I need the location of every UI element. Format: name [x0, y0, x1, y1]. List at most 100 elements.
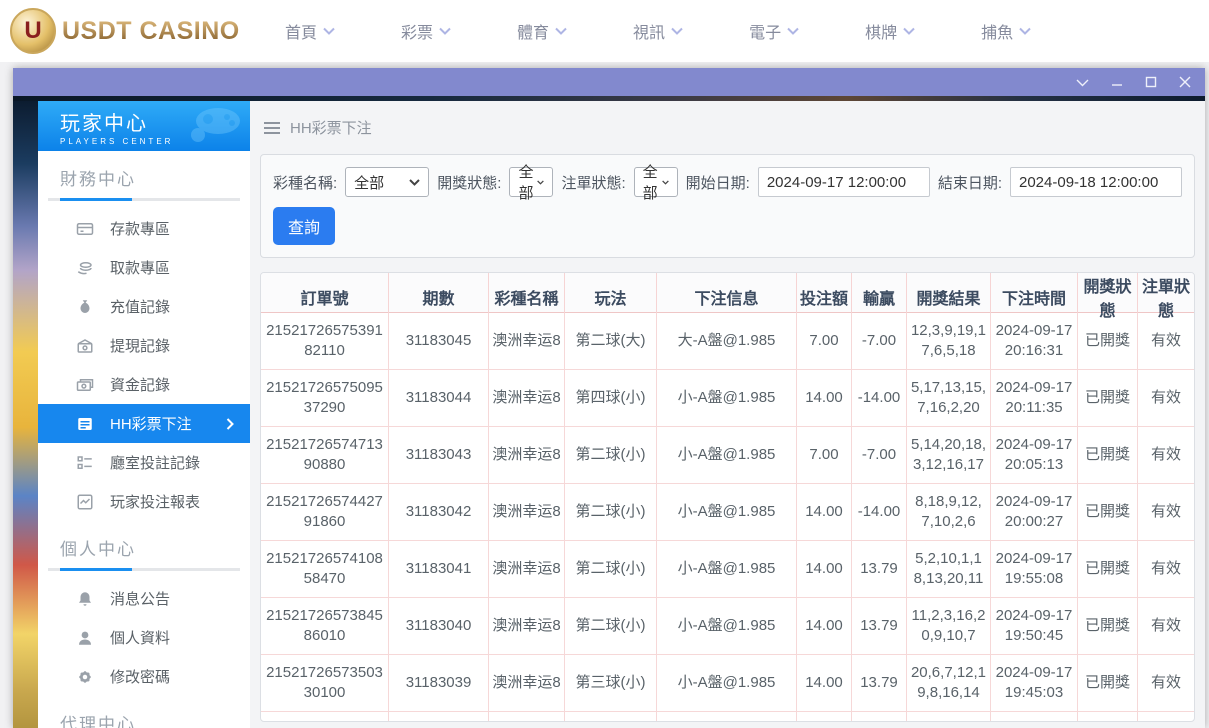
nav-item-video[interactable]: 視訊 — [633, 19, 683, 43]
sidebar-header: 玩家中心 PLAYERS CENTER — [38, 101, 250, 151]
room-bets-icon — [76, 454, 94, 472]
table-cell: 有效 — [1138, 655, 1194, 711]
table-cell — [489, 712, 565, 722]
table-cell: 2024-09-17 19:50:45 — [991, 598, 1078, 654]
select-value: 全部 — [354, 172, 384, 193]
window-maximize-icon[interactable] — [1145, 76, 1157, 88]
sidebar-item-funds-records[interactable]: 資金記錄 — [38, 365, 250, 404]
page-title: HH彩票下注 — [290, 117, 372, 138]
order-status-select[interactable]: 全部 — [634, 167, 678, 197]
nav-item-lottery[interactable]: 彩票 — [401, 19, 451, 43]
table-cell: 8,18,9,12,7,10,2,6 — [907, 484, 991, 540]
order-status-label: 注單狀態: — [561, 172, 625, 193]
start-date-label: 開始日期: — [686, 172, 750, 193]
sidebar-item-label: 廳室投註記錄 — [110, 452, 200, 473]
table-cell — [261, 712, 389, 722]
table-cell: 31183045 — [389, 313, 489, 369]
table-cell: 有效 — [1138, 313, 1194, 369]
sidebar-item-room-bet-records[interactable]: 廳室投註記錄 — [38, 443, 250, 482]
table-cell: 澳洲幸运8 — [489, 484, 565, 540]
section-title-finance: 財務中心 — [38, 151, 250, 198]
table-cell: -7.00 — [852, 427, 907, 483]
table-cell: 5,2,10,1,18,13,20,11 — [907, 541, 991, 597]
chevron-down-icon — [409, 179, 420, 186]
table-cell: 5,17,13,15,7,16,2,20 — [907, 370, 991, 426]
select-value: 全部 — [518, 161, 537, 203]
search-button[interactable]: 查詢 — [273, 207, 335, 245]
table-cell — [797, 712, 852, 722]
sidebar-item-player-bet-report[interactable]: 玩家投注報表 — [38, 482, 250, 521]
sidebar-item-withdraw[interactable]: 取款專區 — [38, 248, 250, 287]
nav-item-sports[interactable]: 體育 — [517, 19, 567, 43]
table-cell: 已開獎 — [1078, 655, 1138, 711]
lottery-name-select[interactable]: 全部 — [345, 167, 429, 197]
window-minimize-icon[interactable] — [1111, 76, 1123, 88]
chevron-down-icon — [555, 27, 567, 35]
chevron-down-icon — [787, 27, 799, 35]
table-cell: 小-A盤@1.985 — [657, 598, 797, 654]
nav-item-slots[interactable]: 電子 — [749, 19, 799, 43]
nav-item-cards[interactable]: 棋牌 — [865, 19, 915, 43]
sidebar-item-label: 存款專區 — [110, 218, 170, 239]
table-cell: 20,6,7,12,19,8,16,14 — [907, 655, 991, 711]
sidebar-item-cashout-records[interactable]: 提現記錄 — [38, 326, 250, 365]
table-cell: 已開獎 — [1078, 427, 1138, 483]
sidebar-item-announcements[interactable]: 消息公告 — [38, 579, 250, 618]
table-cell: 31183040 — [389, 598, 489, 654]
table-cell: 2152172657410858470 — [261, 541, 389, 597]
hamburger-icon[interactable] — [264, 122, 280, 134]
sidebar-item-topup-records[interactable]: 充值記錄 — [38, 287, 250, 326]
table-cell: 13.79 — [852, 598, 907, 654]
table-cell: 14.00 — [797, 541, 852, 597]
window-titlebar[interactable] — [13, 68, 1205, 96]
gear-icon — [76, 668, 94, 686]
chevron-down-icon — [537, 179, 544, 186]
nav-label: 捕魚 — [981, 19, 1013, 43]
nav-item-home[interactable]: 首頁 — [285, 19, 335, 43]
table-cell — [657, 712, 797, 722]
table-cell: 2152172657539182110 — [261, 313, 389, 369]
logo[interactable]: U USDT CASINO — [10, 8, 255, 54]
table-cell: 31183044 — [389, 370, 489, 426]
nav-item-fishing[interactable]: 捕魚 — [981, 19, 1031, 43]
window-close-icon[interactable] — [1179, 76, 1191, 88]
sidebar-item-hh-lottery-bets[interactable]: HH彩票下注 — [38, 404, 250, 443]
window-collapse-icon[interactable] — [1076, 78, 1089, 87]
table-row — [261, 712, 1194, 722]
sidebar-item-label: 取款專區 — [110, 257, 170, 278]
sidebar-item-label: 消息公告 — [110, 588, 170, 609]
table-cell: 有效 — [1138, 484, 1194, 540]
sidebar-item-change-password[interactable]: 修改密碼 — [38, 657, 250, 696]
section-title-agent: 代理中心 — [38, 696, 250, 728]
chevron-down-icon — [323, 27, 335, 35]
lottery-name-label: 彩種名稱: — [273, 172, 337, 193]
table-cell: 2152172657350330100 — [261, 655, 389, 711]
table-cell: 13.79 — [852, 655, 907, 711]
select-value: 全部 — [643, 161, 662, 203]
section-title-personal: 個人中心 — [38, 521, 250, 568]
table-cell — [907, 712, 991, 722]
nav-label: 視訊 — [633, 19, 665, 43]
sidebar-item-label: 修改密碼 — [110, 666, 170, 687]
draw-status-select[interactable]: 全部 — [509, 167, 553, 197]
end-date-input[interactable] — [1010, 167, 1182, 197]
nav-label: 體育 — [517, 19, 549, 43]
chevron-down-icon — [439, 27, 451, 35]
sidebar-item-label: 玩家投注報表 — [110, 491, 200, 512]
section-divider — [48, 198, 240, 201]
funds-icon — [76, 376, 94, 394]
start-date-input[interactable] — [758, 167, 930, 197]
table-row: 215217265747139088031183043澳洲幸运8第二球(小)小-… — [261, 427, 1194, 484]
table-cell: 有效 — [1138, 370, 1194, 426]
table-cell: 澳洲幸运8 — [489, 370, 565, 426]
table-cell: 2024-09-17 19:45:03 — [991, 655, 1078, 711]
sidebar: 玩家中心 PLAYERS CENTER 財務中心 存款專區 取款專區 — [38, 101, 250, 728]
table-cell: 澳洲幸运8 — [489, 655, 565, 711]
table-cell: 14.00 — [797, 484, 852, 540]
table-row: 215217265735033010031183039澳洲幸运8第三球(小)小-… — [261, 655, 1194, 712]
sidebar-item-profile[interactable]: 個人資料 — [38, 618, 250, 657]
table-cell: 第三球(小) — [565, 655, 657, 711]
nav-label: 彩票 — [401, 19, 433, 43]
sidebar-item-deposit[interactable]: 存款專區 — [38, 209, 250, 248]
table-cell: 已開獎 — [1078, 541, 1138, 597]
